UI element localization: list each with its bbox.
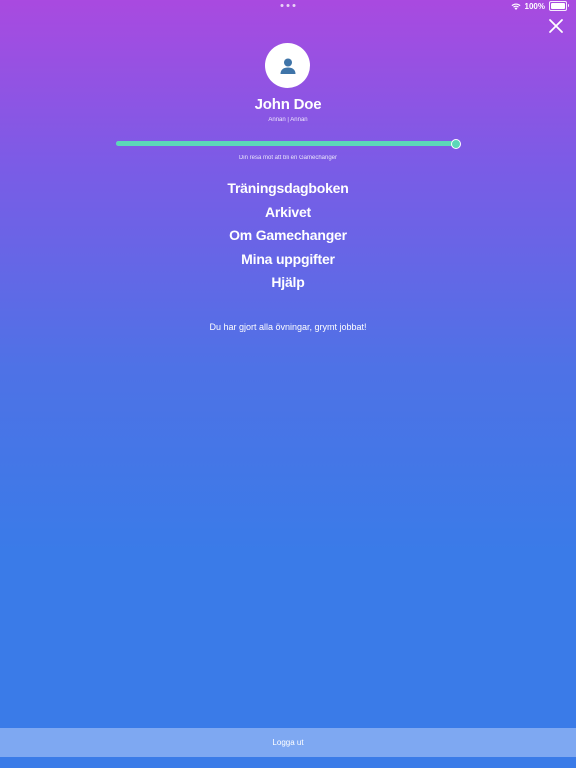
avatar[interactable]: [265, 43, 310, 88]
user-name: John Doe: [254, 96, 322, 113]
battery-icon: [549, 1, 569, 11]
progress-fill: [116, 141, 456, 146]
logout-button[interactable]: Logga ut: [0, 728, 576, 757]
battery-percentage: 100%: [524, 1, 545, 11]
menu-item-hjalp[interactable]: Hjälp: [0, 272, 576, 296]
completion-message: Du har gjort alla övningar, grymt jobbat…: [209, 322, 367, 332]
close-button[interactable]: [546, 16, 566, 36]
person-icon: [280, 58, 295, 74]
close-icon: [549, 19, 563, 33]
progress-bar: [116, 138, 461, 149]
main-menu: Träningsdagboken Arkivet Om Gamechanger …: [0, 178, 576, 296]
menu-item-arkivet[interactable]: Arkivet: [0, 202, 576, 226]
status-indicators: 100%: [511, 1, 569, 11]
status-bar: 100%: [0, 0, 576, 14]
multitasking-dots-icon[interactable]: [280, 4, 296, 7]
logout-label: Logga ut: [272, 738, 304, 747]
progress-caption: Din resa mot att bli en Gamechanger: [238, 155, 338, 161]
menu-item-om-gamechanger[interactable]: Om Gamechanger: [0, 225, 576, 249]
progress-knob: [451, 138, 461, 149]
wifi-icon: [511, 2, 521, 10]
menu-item-traningsdagboken[interactable]: Träningsdagboken: [0, 178, 576, 202]
menu-item-mina-uppgifter[interactable]: Mina uppgifter: [0, 249, 576, 273]
user-subtitle: Annan | Annan: [268, 117, 308, 123]
